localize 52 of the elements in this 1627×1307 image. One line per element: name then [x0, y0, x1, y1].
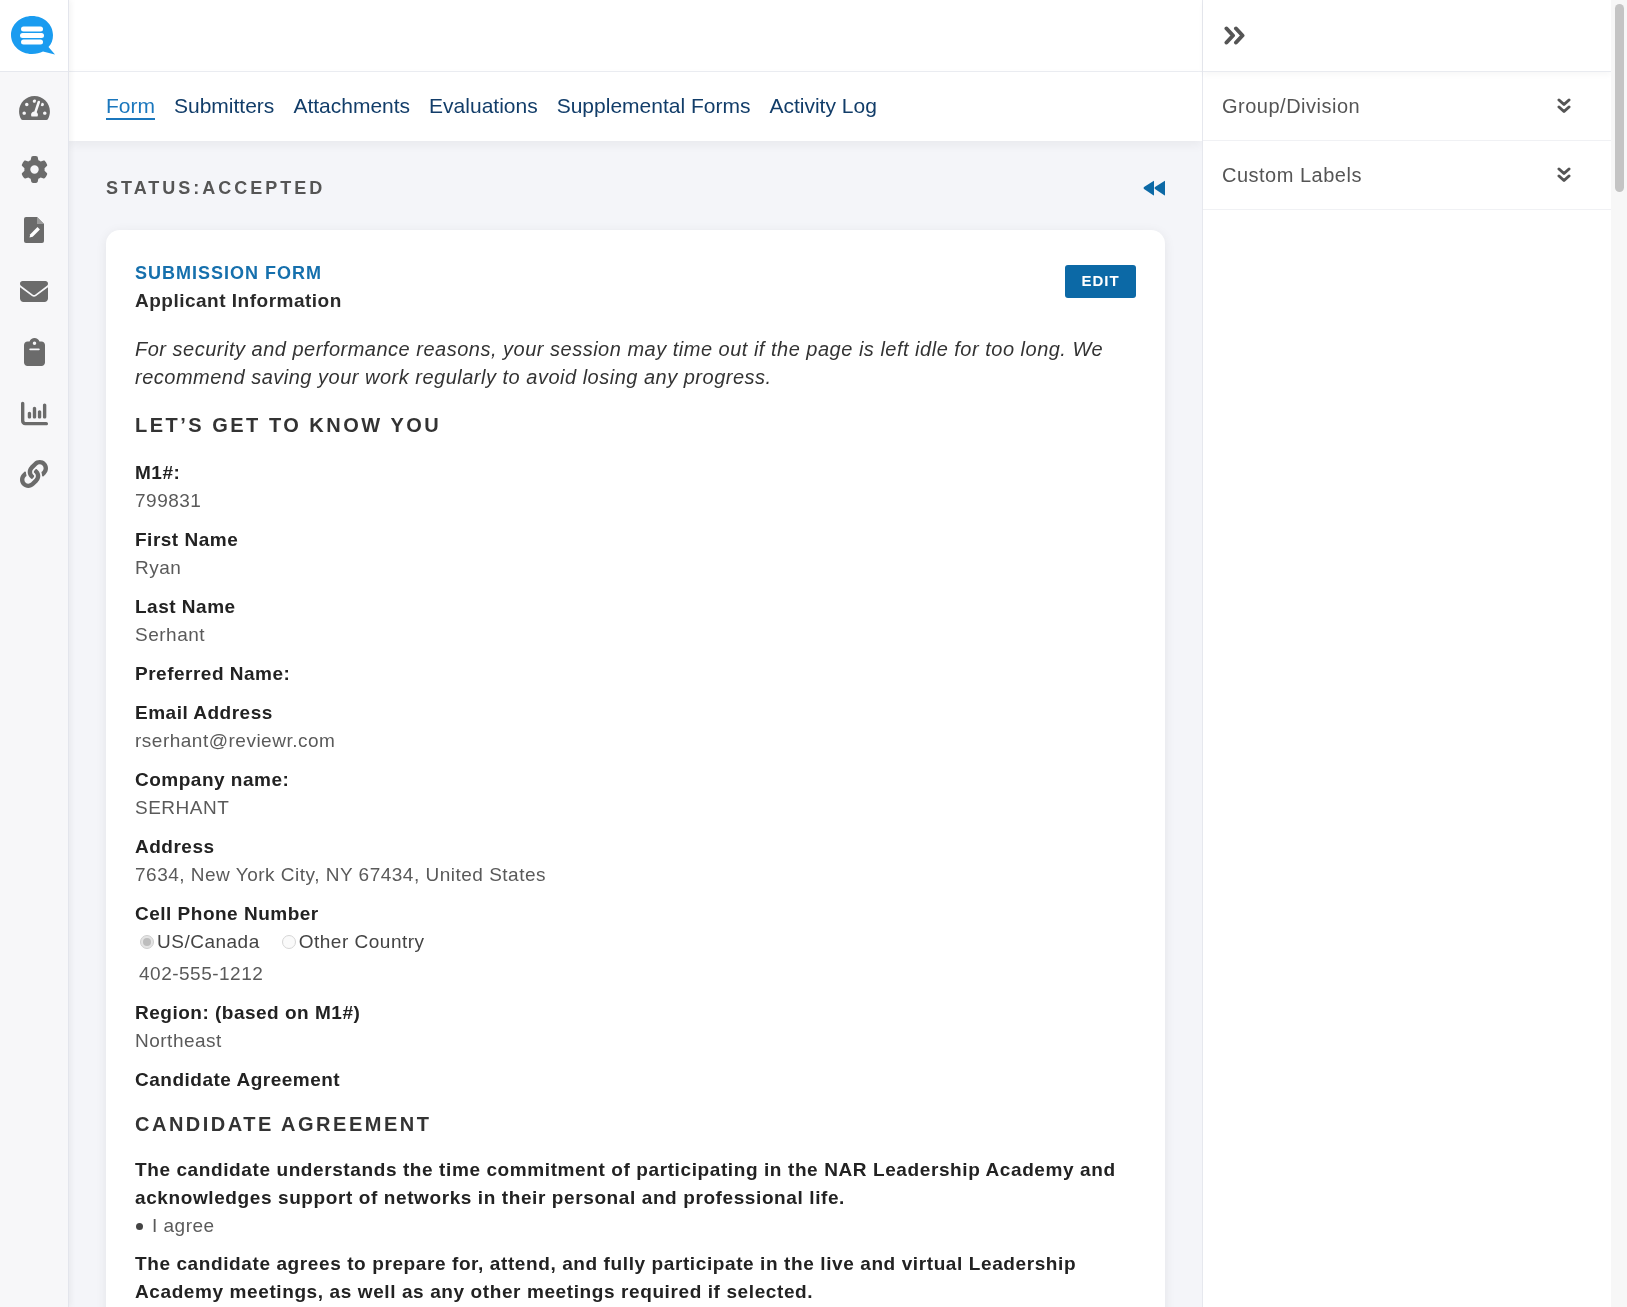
- gauge-icon[interactable]: [18, 96, 50, 120]
- settings-icon[interactable]: [20, 155, 48, 183]
- field-value: 402-555-1212: [138, 962, 265, 986]
- field-label: Region: (based on M1#): [135, 1001, 362, 1025]
- field-label: Last Name: [135, 595, 237, 619]
- clipboard-icon[interactable]: [23, 338, 45, 366]
- field-value: SERHANT: [135, 796, 231, 820]
- field-label: Address: [135, 835, 216, 859]
- field-value: rserhant@reviewr.com: [135, 729, 337, 753]
- field-label: M1#:: [135, 461, 182, 485]
- link-icon[interactable]: [20, 460, 48, 488]
- scrollbar-thumb[interactable]: [1614, 4, 1624, 192]
- agreement-statement: The candidate agrees to prepare for, attend, and fully participate in the live and virtual Leadership Academy meetings, as well as any other meetings required if selected.: [135, 1252, 1078, 1304]
- field-label: First Name: [135, 528, 240, 552]
- field-label: Email Address: [135, 701, 274, 725]
- bar-chart-icon[interactable]: [20, 399, 48, 427]
- field-value: Serhant: [135, 623, 207, 647]
- field-value: Northeast: [135, 1029, 223, 1053]
- radio-label: US/Canada: [157, 930, 260, 954]
- field-label: Company name:: [135, 768, 291, 792]
- double-chevron-right-icon[interactable]: [1224, 26, 1247, 45]
- radio-button[interactable]: [140, 935, 154, 949]
- field-value: Ryan: [135, 556, 183, 580]
- tab[interactable]: Form: [106, 93, 155, 120]
- section-heading: CANDIDATE AGREEMENT: [135, 1112, 433, 1137]
- tab[interactable]: Activity Log: [769, 93, 877, 120]
- radio-label: Other Country: [298, 930, 425, 954]
- tab[interactable]: Evaluations: [429, 93, 538, 120]
- edit-button[interactable]: EDIT: [1065, 265, 1136, 298]
- field-label: Preferred Name:: [135, 662, 292, 686]
- mail-icon[interactable]: [20, 280, 48, 302]
- agreement-statement: The candidate understands the time commitment of participating in the NAR Leadership Academy and acknowledges support of networks in their personal and professional life.: [135, 1158, 1117, 1210]
- answer-text: I agree: [152, 1214, 215, 1238]
- form-section-label: SUBMISSION FORM: [135, 262, 323, 285]
- field-value: 7634, New York City, NY 67434, United States: [135, 863, 548, 887]
- tab[interactable]: Supplemental Forms: [556, 93, 751, 120]
- radio-button[interactable]: [281, 935, 296, 949]
- logo-icon[interactable]: [11, 15, 55, 56]
- field-label: Candidate Agreement: [135, 1068, 342, 1092]
- section-heading: LET’S GET TO KNOW YOU: [135, 413, 443, 438]
- double-chevron-down-icon: [1557, 98, 1571, 114]
- status-label: STATUS:ACCEPTED: [106, 177, 326, 200]
- bullet-icon: [136, 1222, 143, 1230]
- rewind-icon[interactable]: [1143, 180, 1165, 196]
- session-notice: For security and performance reasons, your session may time out if the page is left idle for too long. We recommend saving your work regularly to avoid losing any progress.: [135, 337, 1105, 390]
- field-value: 799831: [135, 489, 203, 513]
- tab[interactable]: Submitters: [174, 93, 275, 120]
- double-chevron-down-icon: [1557, 167, 1571, 183]
- tab[interactable]: Attachments: [293, 93, 411, 120]
- file-pencil-icon[interactable]: [24, 217, 44, 243]
- field-label: Cell Phone Number: [135, 902, 320, 926]
- form-title: Applicant Information: [135, 289, 342, 313]
